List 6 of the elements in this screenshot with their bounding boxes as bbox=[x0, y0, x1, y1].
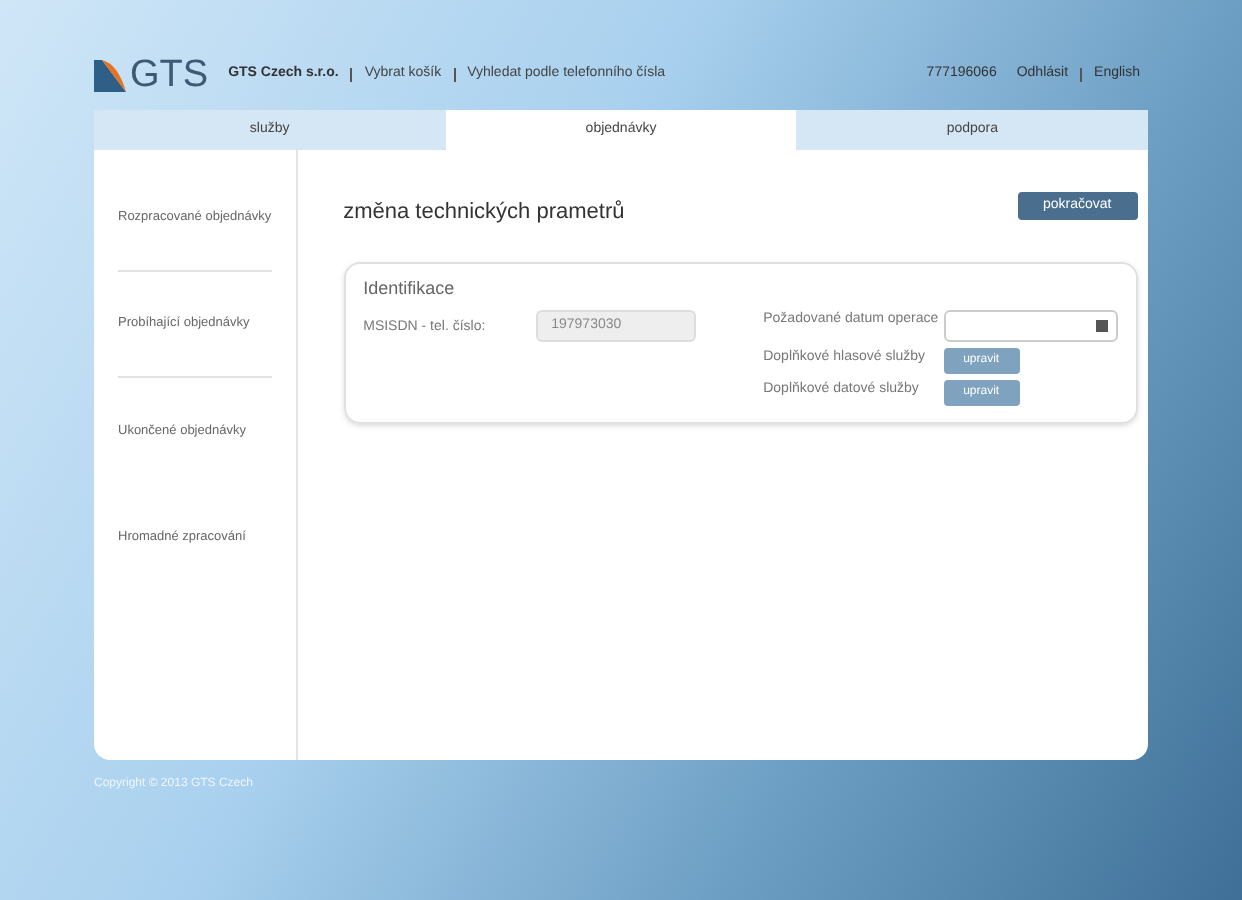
page-title: změna technických prametrů bbox=[343, 198, 625, 228]
date-field[interactable] bbox=[943, 310, 1118, 342]
logo-mark-icon bbox=[94, 59, 126, 91]
section-title: Identifikace bbox=[363, 275, 457, 301]
calendar-icon[interactable] bbox=[1095, 320, 1108, 332]
logo-text: GTS bbox=[130, 57, 209, 91]
